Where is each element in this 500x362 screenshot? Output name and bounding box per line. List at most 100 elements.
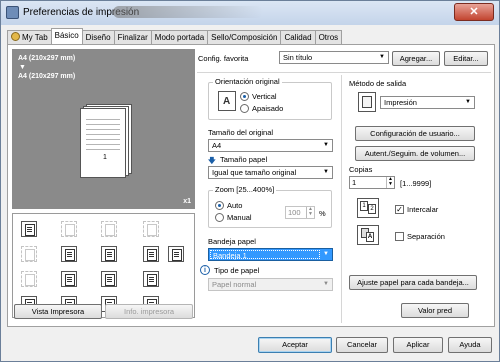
tray-label: Bandeja papel: [208, 237, 256, 246]
original-size-value: A4: [212, 141, 222, 150]
paper-type-label: Tipo de papel: [214, 266, 260, 275]
paper-size-label: Tamaño papel: [220, 155, 268, 164]
combine-icon[interactable]: [21, 246, 37, 262]
chevron-down-icon: ▼: [323, 251, 329, 257]
basic-tab-panel: A4 (210x297 mm) ▼ A4 (210x297 mm) 1 x1 V…: [7, 44, 495, 327]
stepper-arrows-icon: ▲ ▼: [306, 207, 314, 218]
tab-bar: My Tab Básico Diseño Finalizar Modo port…: [7, 28, 343, 44]
chevron-down-icon: ▼: [323, 142, 329, 148]
staple-icon[interactable]: [101, 221, 117, 237]
separation-icon: A: [357, 225, 379, 245]
close-button[interactable]: ✕: [454, 3, 494, 21]
edit-favorite-button[interactable]: Editar...: [444, 51, 488, 66]
ok-button[interactable]: Aceptar: [258, 337, 332, 353]
tab-sello-composicion[interactable]: Sello/Composición: [207, 30, 282, 44]
output-method-select[interactable]: Impresión ▼: [380, 96, 475, 109]
punch-icon[interactable]: [168, 246, 184, 262]
zoom-auto-radio[interactable]: [215, 201, 224, 210]
tray-select[interactable]: Bandeja 1 ▼: [208, 248, 333, 261]
page-layout-icon[interactable]: [61, 246, 77, 262]
favorite-value: Sin título: [283, 53, 313, 62]
help-button[interactable]: Ayuda: [448, 337, 492, 353]
page-preview: 1: [80, 104, 132, 178]
zoom-value: 100: [288, 208, 301, 217]
chevron-down-icon: ▼: [323, 281, 329, 287]
single-page-icon[interactable]: [21, 221, 37, 237]
portrait-orientation-icon: A: [218, 91, 236, 111]
vertical-radio[interactable]: [240, 92, 249, 101]
printer-view-button[interactable]: Vista Impresora: [14, 304, 102, 319]
user-config-button[interactable]: Configuración de usuario...: [355, 126, 475, 141]
landscape-radio[interactable]: [240, 104, 249, 113]
favorite-label: Config. favorita: [198, 54, 249, 63]
zoom-unit: %: [319, 209, 326, 218]
collate-checkbox[interactable]: ✓: [395, 205, 404, 214]
output-paper-text: A4 (210x297 mm): [18, 73, 76, 80]
copies-range: [1...9999]: [400, 179, 432, 188]
vertical-divider: [341, 75, 342, 323]
text-page-icon[interactable]: [101, 246, 117, 262]
favorite-select[interactable]: Sin título ▼: [279, 51, 389, 64]
auth-tracking-button[interactable]: Autent./Seguim. de volumen...: [355, 146, 475, 161]
collate-icon: 1 2: [357, 198, 379, 218]
obscured-title-area: [113, 6, 263, 18]
tab-modo-portada[interactable]: Modo portada: [150, 30, 209, 44]
duplex-icon[interactable]: [61, 221, 77, 237]
tab-calidad[interactable]: Calidad: [280, 30, 316, 44]
adjust-paper-tray-button[interactable]: Ajuste papel para cada bandeja...: [349, 275, 477, 290]
zoom-legend: Zoom [25...400%]: [213, 185, 277, 194]
cover-icon[interactable]: [21, 271, 37, 287]
copies-value: 1: [352, 178, 357, 187]
tab-otros[interactable]: Otros: [314, 30, 343, 44]
collate-label: Intercalar: [407, 205, 439, 214]
separation-label: Separación: [407, 232, 445, 241]
front-page: 1: [80, 108, 126, 178]
original-size-label: Tamaño del original: [208, 128, 274, 137]
printer-icon: [6, 6, 19, 19]
tab-finalizar[interactable]: Finalizar: [113, 30, 152, 44]
original-paper-text: A4 (210x297 mm): [18, 55, 76, 62]
booklet-icon[interactable]: [143, 221, 159, 237]
user-icon: [11, 32, 20, 41]
zoom-auto-label: Auto: [227, 201, 243, 210]
apply-button[interactable]: Aplicar: [393, 337, 443, 353]
down-arrow-icon: ▼: [19, 64, 26, 71]
cancel-button[interactable]: Cancelar: [336, 337, 388, 353]
original-size-select[interactable]: A4 ▼: [208, 139, 333, 152]
print-output-icon: [358, 92, 376, 112]
function-icon-grid: [12, 213, 195, 318]
multi-page-icon[interactable]: [143, 246, 159, 262]
chevron-down-icon: ▼: [465, 99, 471, 105]
page-number: 1: [103, 154, 107, 161]
orientation-legend: Orientación original: [213, 77, 282, 86]
chevron-down-icon: ▼: [379, 54, 385, 60]
print-preferences-window: Preferencias de impresión ✕ My Tab Básic…: [0, 0, 500, 362]
default-values-button[interactable]: Valor pred: [401, 303, 469, 318]
paper-size-value: Igual que tamaño original: [212, 168, 297, 177]
printer-info-button[interactable]: Info. impresora: [105, 304, 193, 319]
copy-protect-icon[interactable]: [61, 271, 77, 287]
copies-badge: x1: [183, 198, 191, 205]
copies-label: Copias: [349, 165, 373, 174]
copies-stepper[interactable]: 1 ▲ ▼: [349, 176, 395, 189]
tray-value: Bandeja 1: [210, 250, 320, 260]
tab-basico[interactable]: Básico: [50, 28, 83, 44]
landscape-label: Apaisado: [252, 104, 284, 113]
paper-type-select[interactable]: Papel normal ▼: [208, 278, 333, 291]
tab-diseno[interactable]: Diseño: [81, 30, 115, 44]
tray-icon[interactable]: [143, 271, 159, 287]
divider: [197, 72, 491, 73]
tab-label: My Tab: [22, 33, 48, 42]
vertical-label: Vertical: [252, 92, 277, 101]
fold-icon[interactable]: [101, 271, 117, 287]
add-favorite-button[interactable]: Agregar...: [392, 51, 440, 66]
zoom-manual-radio[interactable]: [215, 213, 224, 222]
separation-checkbox[interactable]: [395, 232, 404, 241]
info-icon: i: [200, 265, 210, 275]
stepper-arrows-icon: ▲ ▼: [386, 177, 394, 188]
tab-my-tab[interactable]: My Tab: [7, 30, 52, 44]
paper-size-select[interactable]: Igual que tamaño original ▼: [208, 166, 333, 179]
zoom-value-stepper[interactable]: 100 ▲ ▼: [285, 206, 315, 219]
output-method-value: Impresión: [384, 98, 417, 107]
print-preview: A4 (210x297 mm) ▼ A4 (210x297 mm) 1 x1: [12, 49, 195, 209]
